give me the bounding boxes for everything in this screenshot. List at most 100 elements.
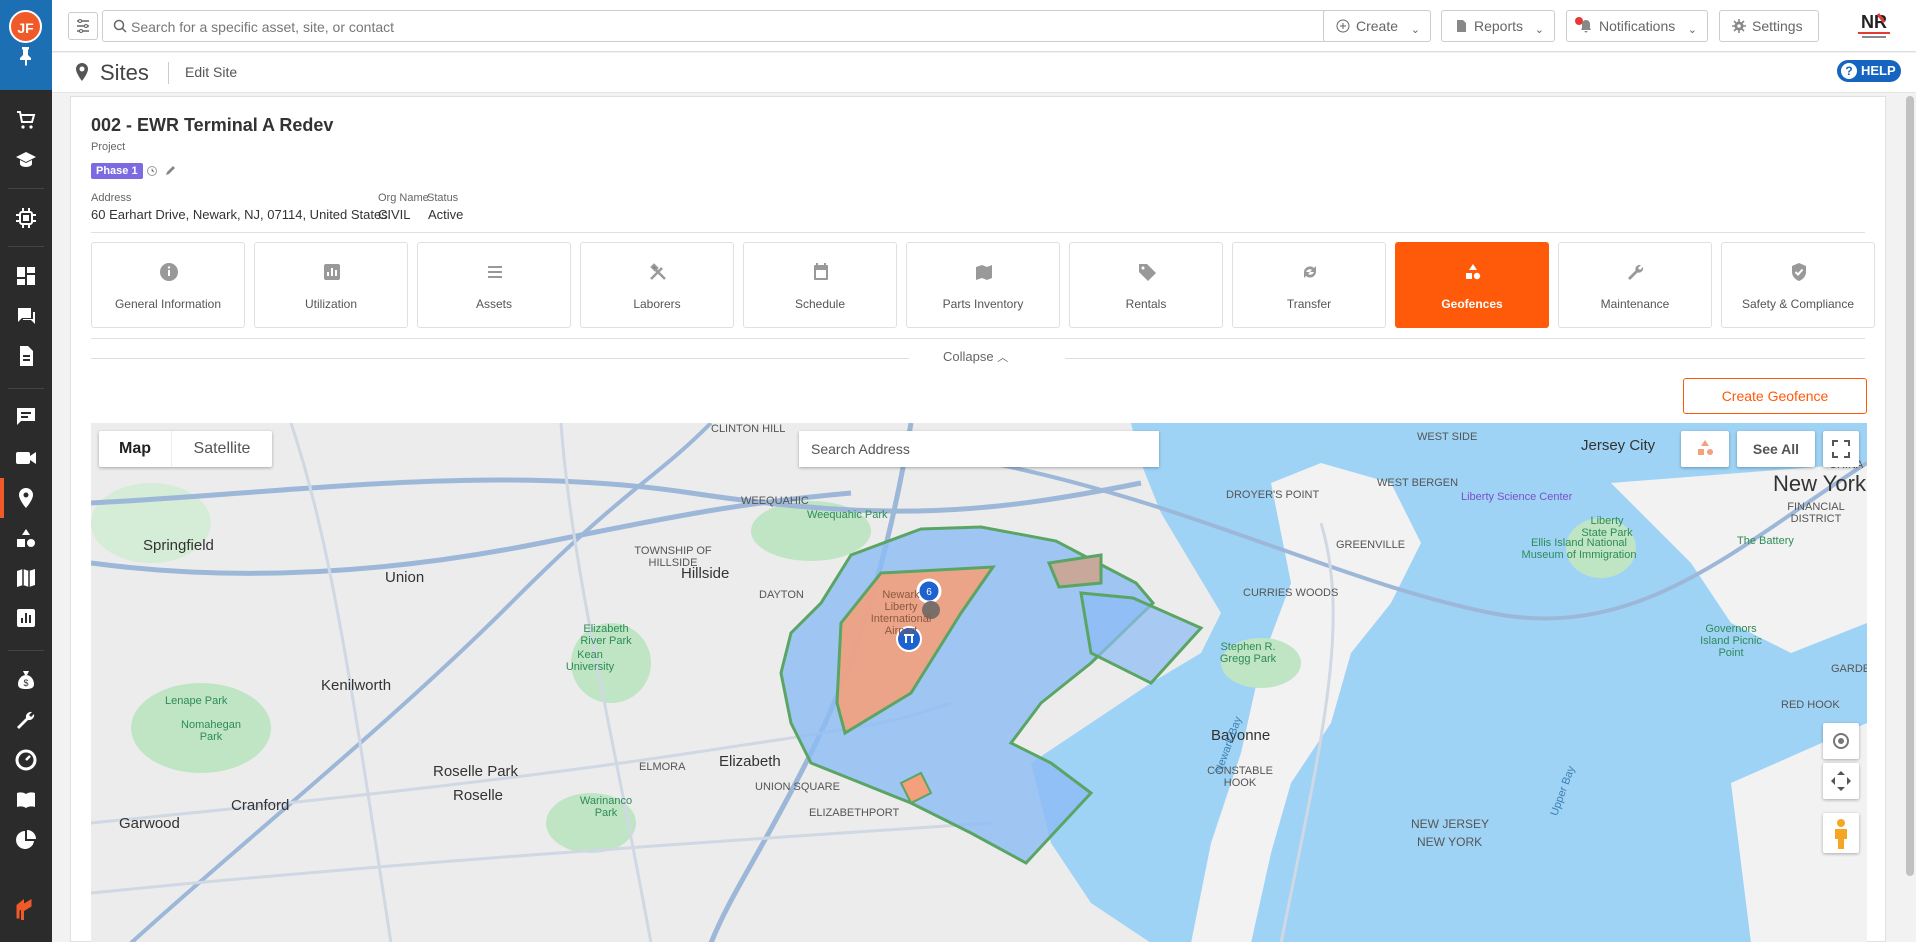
bell-icon [1581, 20, 1591, 33]
filter-button[interactable] [68, 12, 98, 40]
org-name-label: Org Name [378, 192, 429, 204]
company-logo[interactable]: NR [1852, 8, 1896, 44]
pie-chart-icon[interactable] [14, 828, 38, 852]
collapse-toggle[interactable]: Collapse ︿ [943, 349, 1008, 365]
location-pin-icon[interactable] [14, 486, 38, 510]
address-label: Address [91, 192, 132, 204]
geofence-map[interactable]: 6 New York Jersey City Springfield Union… [91, 423, 1867, 942]
tab-transfer[interactable]: Transfer [1232, 242, 1386, 328]
chevron-down-icon: ⌄ [1534, 24, 1544, 36]
org-name-value: CIVIL [378, 207, 411, 222]
history-icon[interactable] [146, 165, 158, 177]
map-label: The Battery [1737, 535, 1794, 547]
plus-circle-icon [1336, 19, 1350, 33]
map-label: GREENVILLE [1336, 539, 1406, 551]
map-label: Cranford [231, 797, 290, 814]
tab-general-information[interactable]: General Information [91, 242, 245, 328]
phase-badge: Phase 1 [91, 163, 143, 179]
fullscreen-icon [1832, 440, 1850, 458]
active-indicator [0, 478, 4, 518]
map-label: Liberty State Park [1581, 515, 1633, 539]
notifications-button[interactable]: Notifications ⌄ [1566, 10, 1708, 42]
tab-safety-compliance[interactable]: Safety & Compliance [1721, 242, 1875, 328]
top-bar: Search for a specific asset, site, or co… [52, 0, 1916, 52]
shapes-icon[interactable] [14, 526, 38, 550]
page-scrollbar[interactable] [1906, 96, 1914, 876]
see-all-button[interactable]: See All [1737, 431, 1815, 467]
shapes-icon [1466, 264, 1481, 280]
reports-button[interactable]: Reports ⌄ [1441, 10, 1555, 42]
divider [91, 338, 1865, 339]
gear-icon [1732, 19, 1746, 33]
divider [1065, 358, 1865, 359]
tag-icon [1139, 264, 1156, 281]
rail-divider [8, 650, 44, 651]
money-bag-icon[interactable]: $ [14, 668, 38, 692]
help-icon: ? [1841, 63, 1857, 79]
tab-geofences[interactable]: Geofences [1395, 242, 1549, 328]
map-label: New York [1773, 471, 1866, 496]
tab-utilization[interactable]: Utilization [254, 242, 408, 328]
tools-icon [650, 263, 666, 280]
breadcrumb-page: Edit Site [185, 64, 238, 80]
cart-icon[interactable] [14, 108, 38, 132]
global-search-input[interactable]: Search for a specific asset, site, or co… [102, 10, 1366, 42]
geofence-shapes-button[interactable] [1681, 431, 1729, 467]
create-geofence-button[interactable]: Create Geofence [1683, 378, 1867, 414]
pencil-icon[interactable] [164, 165, 176, 177]
map-type-map[interactable]: Map [99, 431, 171, 467]
svg-text:$: $ [23, 678, 28, 688]
graduation-cap-icon[interactable] [14, 148, 38, 172]
document-icon[interactable] [14, 344, 38, 368]
tab-rentals[interactable]: Rentals [1069, 242, 1223, 328]
wrench-icon[interactable] [14, 708, 38, 732]
address-search-input[interactable]: Search Address [799, 431, 1159, 467]
create-button[interactable]: Create ⌄ [1323, 10, 1431, 42]
map-label: GARDE [1831, 663, 1867, 675]
chevron-up-icon: ︿ [997, 352, 1009, 364]
dashboard-icon[interactable] [14, 264, 38, 288]
message-icon[interactable] [14, 404, 38, 428]
map-label: ELIZABETHPORT [809, 807, 900, 819]
report-chart-icon[interactable] [14, 606, 38, 630]
book-icon[interactable] [14, 788, 38, 812]
map-label: Ellis Island National Museum of Immigrat… [1521, 537, 1637, 561]
pin-icon[interactable] [14, 44, 38, 68]
map-label: NEW JERSEY [1411, 817, 1490, 831]
gauge-icon[interactable] [14, 748, 38, 772]
tab-label: Laborers [633, 297, 681, 311]
map-label: Newark Liberty International Airport [870, 589, 932, 637]
tab-parts-inventory[interactable]: Parts Inventory [906, 242, 1060, 328]
recenter-button[interactable] [1823, 763, 1859, 799]
map-type-satellite[interactable]: Satellite [171, 431, 272, 467]
video-camera-icon[interactable] [14, 446, 38, 470]
chat-icon[interactable] [14, 304, 38, 328]
fullscreen-button[interactable] [1823, 431, 1859, 467]
rail-divider [8, 188, 44, 189]
settings-button[interactable]: Settings [1719, 10, 1819, 42]
tab-label: Schedule [794, 297, 846, 311]
map-label: FINANCIAL DISTRICT [1787, 501, 1845, 525]
street-view-button[interactable] [1823, 813, 1859, 853]
search-icon [113, 19, 127, 33]
help-button[interactable]: ? HELP [1837, 60, 1901, 82]
tab-label: Maintenance [1600, 297, 1670, 311]
tab-label: Rentals [1125, 297, 1167, 311]
site-title: 002 - EWR Terminal A Redev [91, 115, 334, 135]
my-location-button[interactable] [1823, 723, 1859, 759]
map-label: CLINTON HILL [711, 423, 786, 435]
divider [91, 232, 1865, 233]
map-label: Weequahic Park [807, 509, 888, 521]
tab-laborers[interactable]: Laborers [580, 242, 734, 328]
tab-assets[interactable]: Assets [417, 242, 571, 328]
map-label: RED HOOK [1781, 699, 1840, 711]
breadcrumb-section[interactable]: Sites [100, 60, 149, 86]
user-avatar[interactable]: JF [9, 10, 42, 43]
cpu-icon[interactable] [14, 206, 38, 230]
tab-maintenance[interactable]: Maintenance [1558, 242, 1712, 328]
map-icon[interactable] [14, 566, 38, 590]
tab-schedule[interactable]: Schedule [743, 242, 897, 328]
tab-label: Assets [475, 297, 512, 311]
map-label: Warinanco Park [579, 795, 633, 819]
map-label: ELMORA [639, 761, 686, 773]
